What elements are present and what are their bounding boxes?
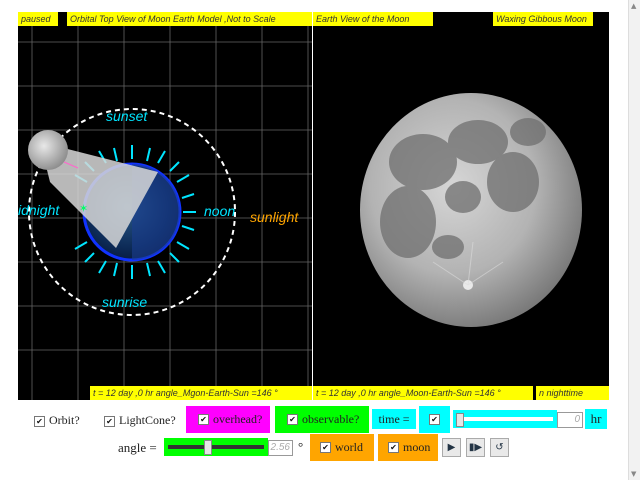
- time-of-day-label: n nighttime: [536, 386, 609, 400]
- overhead-label: overhead?: [213, 412, 263, 426]
- time-label-text: time =: [378, 411, 410, 426]
- orbit-checkbox[interactable]: ✔ Orbit?: [34, 413, 80, 428]
- status-label: paused: [18, 12, 58, 26]
- scroll-up-icon[interactable]: ▲: [631, 2, 636, 10]
- world-checkbox[interactable]: ✔ world: [310, 434, 374, 461]
- moon-checkbox[interactable]: ✔ moon: [378, 434, 438, 461]
- earth-view-title: Earth View of the Moon: [313, 12, 433, 26]
- time-check-icon[interactable]: ✔: [429, 414, 440, 425]
- orbital-moon: [28, 130, 68, 170]
- earth-view-panel: Earth View of the Moon Waxing Gibbous Mo…: [313, 12, 609, 400]
- play-button[interactable]: ▶: [442, 438, 461, 457]
- play-icon: ▶: [447, 442, 456, 453]
- lightcone-check-icon[interactable]: ✔: [104, 415, 115, 427]
- moon-check-icon[interactable]: ✔: [388, 442, 399, 453]
- earth-view-footer: t = 12 day ,0 hr angle_Moon-Earth-Sun =1…: [313, 386, 533, 400]
- overhead-checkbox[interactable]: ✔ overhead?: [186, 406, 270, 433]
- noon-label: noon: [204, 203, 236, 219]
- step-forward-button[interactable]: ▮▶: [466, 438, 485, 457]
- orbital-view-footer: t = 12 day ,0 hr angle_Mgon-Earth-Sun =1…: [90, 386, 312, 400]
- world-label: world: [335, 440, 363, 454]
- overhead-check-icon[interactable]: ✔: [198, 414, 209, 425]
- observable-check-icon[interactable]: ✔: [287, 414, 298, 425]
- observable-label: observable?: [302, 412, 360, 426]
- sunset-label: sunset: [106, 108, 148, 124]
- sunlight-label: sunlight: [250, 209, 299, 225]
- orbital-view-canvas: ✶: [18, 12, 312, 400]
- reset-button[interactable]: ↺: [490, 438, 509, 457]
- time-value-field[interactable]: 0: [557, 412, 583, 428]
- step-forward-icon: ▮▶: [468, 442, 483, 453]
- time-toggle[interactable]: ✔: [419, 406, 450, 433]
- orbit-check-icon[interactable]: ✔: [34, 415, 45, 427]
- observer-star-icon: ✶: [79, 202, 88, 215]
- moon-image: [360, 93, 582, 327]
- moon-label: moon: [403, 440, 431, 454]
- time-unit-text: hr: [590, 411, 602, 426]
- angle-slider-thumb[interactable]: [204, 440, 212, 455]
- time-slider[interactable]: [453, 410, 557, 428]
- angle-slider[interactable]: [164, 438, 268, 456]
- time-slider-track: [457, 417, 553, 421]
- time-slider-thumb[interactable]: [456, 413, 464, 427]
- orbit-label: Orbit?: [49, 413, 80, 427]
- orbital-view-title: Orbital Top View of Moon Earth Model ,No…: [67, 12, 312, 26]
- world-check-icon[interactable]: ✔: [320, 442, 331, 453]
- angle-value-field[interactable]: 2.56: [268, 440, 293, 456]
- orbital-view-panel[interactable]: ✶ paused Orbital Top View of Moon Earth …: [18, 12, 312, 400]
- angle-unit: °: [298, 439, 304, 454]
- reset-icon: ↺: [495, 442, 504, 453]
- scroll-down-icon[interactable]: ▼: [631, 470, 636, 478]
- moon-phase-label: Waxing Gibbous Moon: [493, 12, 593, 26]
- lightcone-checkbox[interactable]: ✔ LightCone?: [104, 413, 176, 428]
- sunrise-label: sunrise: [102, 294, 148, 310]
- time-label: time =: [372, 409, 416, 429]
- midnight-label: idnight: [18, 202, 60, 218]
- time-unit: hr: [585, 409, 607, 429]
- angle-label: angle =: [118, 440, 157, 455]
- page-scrollbar[interactable]: ▲ ▼: [628, 0, 640, 480]
- lightcone-label: LightCone?: [119, 413, 176, 427]
- observable-checkbox[interactable]: ✔ observable?: [275, 406, 369, 433]
- angle-slider-track: [168, 445, 264, 449]
